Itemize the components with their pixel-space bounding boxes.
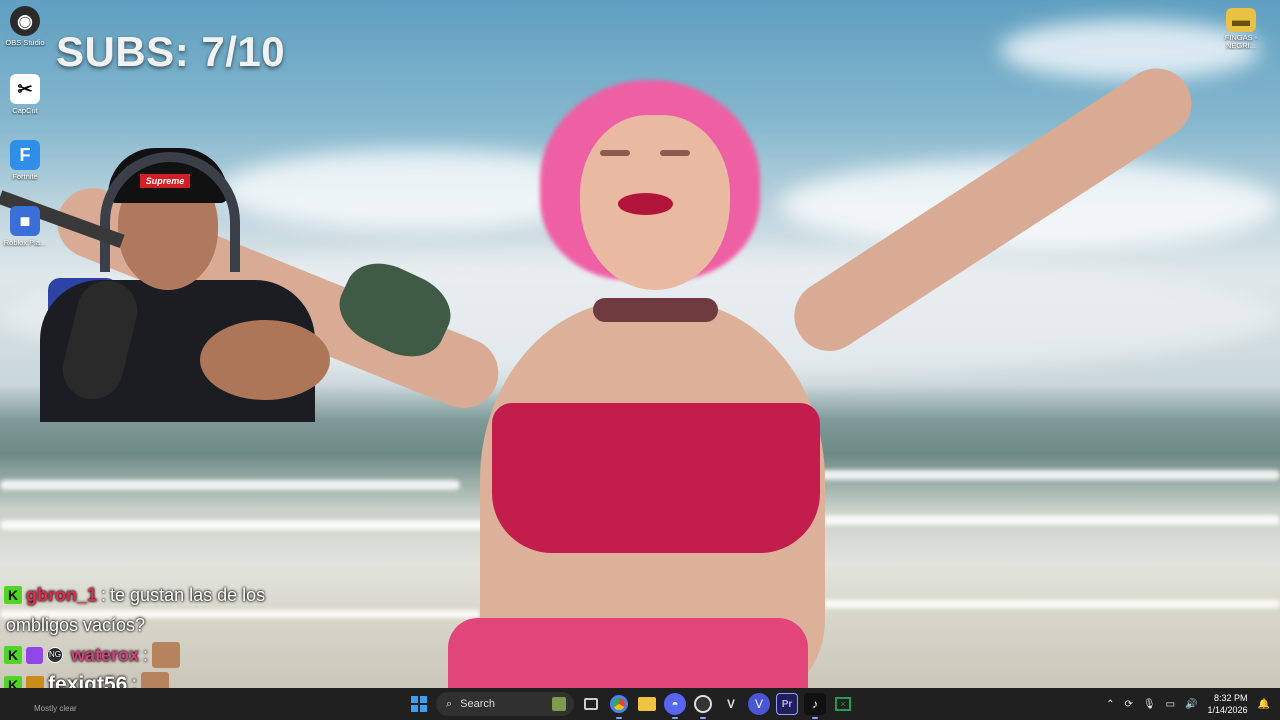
tiktok-button[interactable]: ♪ — [804, 693, 826, 719]
microphone-icon[interactable]: 🎙 — [1143, 699, 1156, 710]
excel-button[interactable]: × — [832, 693, 854, 715]
clock[interactable]: 8:32 PM 1/14/2026 — [1208, 692, 1248, 716]
clock-date: 1/14/2026 — [1207, 705, 1248, 715]
desktop-icon-obs[interactable]: ◉ OBS Studio — [0, 6, 51, 47]
chat-username: gbron_1 — [26, 584, 98, 605]
folder-icon — [638, 697, 656, 711]
clock-time: 8:32 PM — [1214, 693, 1248, 703]
chat-separator: : — [101, 584, 107, 605]
webcam-overlay: Supreme — [0, 130, 369, 422]
v-logo-button[interactable]: V — [720, 693, 742, 715]
chat-message: K gbron_1 : te gustan las de los — [4, 580, 334, 610]
bikini-bottom — [448, 618, 808, 688]
chat-text: ombligos vacíos? — [6, 614, 146, 635]
eye — [660, 150, 690, 156]
chat-emote — [152, 642, 181, 668]
wave — [820, 470, 1280, 480]
kick-badge: K — [4, 646, 22, 664]
wave — [0, 480, 460, 490]
task-view-icon — [584, 698, 598, 710]
system-tray: ⌃ ⟳ 🎙 ▭ 🔊 8:32 PM 1/14/2026 🔔 — [1106, 688, 1280, 720]
start-button[interactable] — [408, 693, 430, 715]
choker-necklace — [593, 298, 718, 322]
premiere-button[interactable]: Pr — [776, 693, 798, 715]
task-view-button[interactable] — [580, 693, 602, 715]
wave — [820, 515, 1280, 525]
search-icon: ⌕ — [446, 697, 453, 710]
wave — [820, 600, 1280, 608]
weather-widget[interactable]: Mostly clear — [34, 704, 77, 713]
vegas-button[interactable]: V — [748, 693, 770, 715]
premiere-icon: Pr — [781, 698, 793, 710]
discord-button[interactable]: ◓ — [664, 693, 686, 719]
file-explorer-button[interactable] — [636, 693, 658, 715]
taskbar-pinned-apps: ⌕ Search ◓ V V Pr ♪ × — [408, 688, 854, 720]
sync-icon[interactable]: ⟳ — [1125, 699, 1133, 710]
bikini-top — [492, 403, 820, 553]
chevron-up-icon[interactable]: ⌃ — [1106, 699, 1114, 710]
obs-icon — [694, 695, 712, 713]
eye — [600, 150, 630, 156]
excel-icon: × — [835, 697, 851, 711]
chrome-button[interactable] — [608, 693, 630, 719]
chat-message-continuation: ombligos vacíos? — [4, 610, 334, 640]
windows-icon — [411, 696, 427, 712]
desktop-icon-roblox[interactable]: ■ Roblox Pla... — [0, 206, 51, 247]
gem-badge — [26, 646, 43, 664]
search-placeholder: Search — [460, 698, 496, 710]
mouth — [618, 193, 673, 215]
v-circle-icon: V — [754, 697, 763, 711]
chat-separator: : — [143, 644, 149, 665]
folder-icon: ▬ — [1226, 8, 1256, 32]
kick-badge: K — [4, 586, 22, 604]
taskbar: ⌕ Search ◓ V V Pr ♪ × ⌃ ⟳ 🎙 ▭ 🔊 8:32 PM … — [0, 688, 1280, 720]
chat-message: K NG waterox : — [4, 640, 334, 670]
roblox-icon: ■ — [10, 206, 40, 236]
chrome-icon — [610, 695, 628, 713]
round-badge: NG — [47, 647, 63, 663]
network-icon[interactable]: ▭ — [1166, 699, 1175, 710]
streamer-hands — [200, 320, 330, 400]
tiktok-icon: ♪ — [812, 697, 818, 711]
capcut-icon: ✂ — [10, 74, 40, 104]
wave — [0, 520, 500, 530]
v-logo-icon: V — [726, 697, 735, 711]
chat-overlay: K gbron_1 : te gustan las de los ombligo… — [4, 580, 334, 700]
obs-button[interactable] — [692, 693, 714, 719]
volume-icon[interactable]: 🔊 — [1185, 699, 1197, 710]
notification-bell-icon[interactable]: 🔔 — [1258, 699, 1270, 710]
subs-counter: SUBS: 7/10 — [56, 28, 286, 75]
chat-username: waterox — [71, 644, 140, 665]
minecraft-icon — [552, 697, 566, 711]
desktop-icon-capcut[interactable]: ✂ CapCut — [0, 74, 51, 115]
obs-icon: ◉ — [10, 6, 40, 36]
desktop-icon-folder[interactable]: ▬ FINGAS - NEGRI... — [1215, 8, 1267, 50]
taskbar-search[interactable]: ⌕ Search — [436, 692, 574, 716]
chat-text: te gustan las de los — [110, 584, 266, 605]
fortnite-icon: F — [10, 140, 40, 170]
discord-icon: ◓ — [671, 697, 679, 711]
desktop-icon-fortnite[interactable]: F Fortnite — [0, 140, 51, 181]
